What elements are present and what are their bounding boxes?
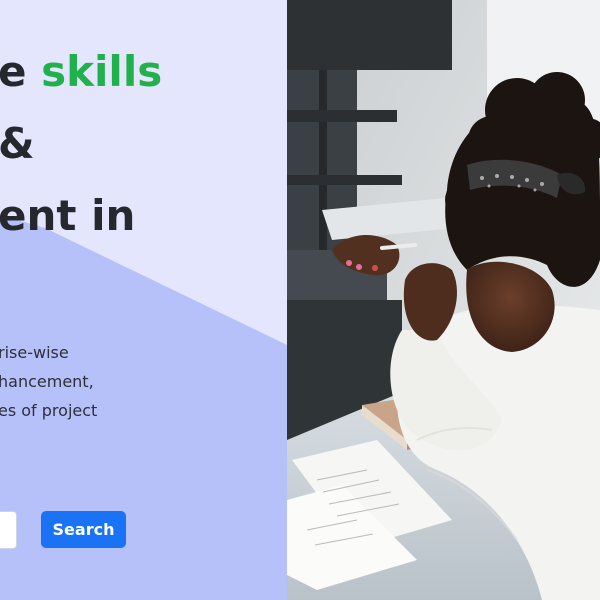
headline-line-1: e skills (0, 47, 163, 96)
hero-section: e skills & ent in rise-wise hancement, e… (0, 0, 600, 600)
hero-photo-student-studying (287, 0, 600, 600)
description-line-3: es of project (0, 401, 98, 420)
description-line-1: rise-wise (0, 343, 69, 362)
hero-headline: e skills & ent in (0, 36, 162, 252)
headline-line-3: ent in (0, 191, 136, 240)
headline-accent-word: skills (41, 47, 163, 96)
hero-description: rise-wise hancement, es of project (0, 338, 97, 425)
search-input[interactable] (0, 511, 17, 549)
description-line-2: hancement, (0, 372, 94, 391)
search-button[interactable]: Search (41, 511, 126, 548)
headline-line-2: & (0, 119, 35, 168)
hero-text-panel: e skills & ent in rise-wise hancement, e… (0, 0, 287, 600)
